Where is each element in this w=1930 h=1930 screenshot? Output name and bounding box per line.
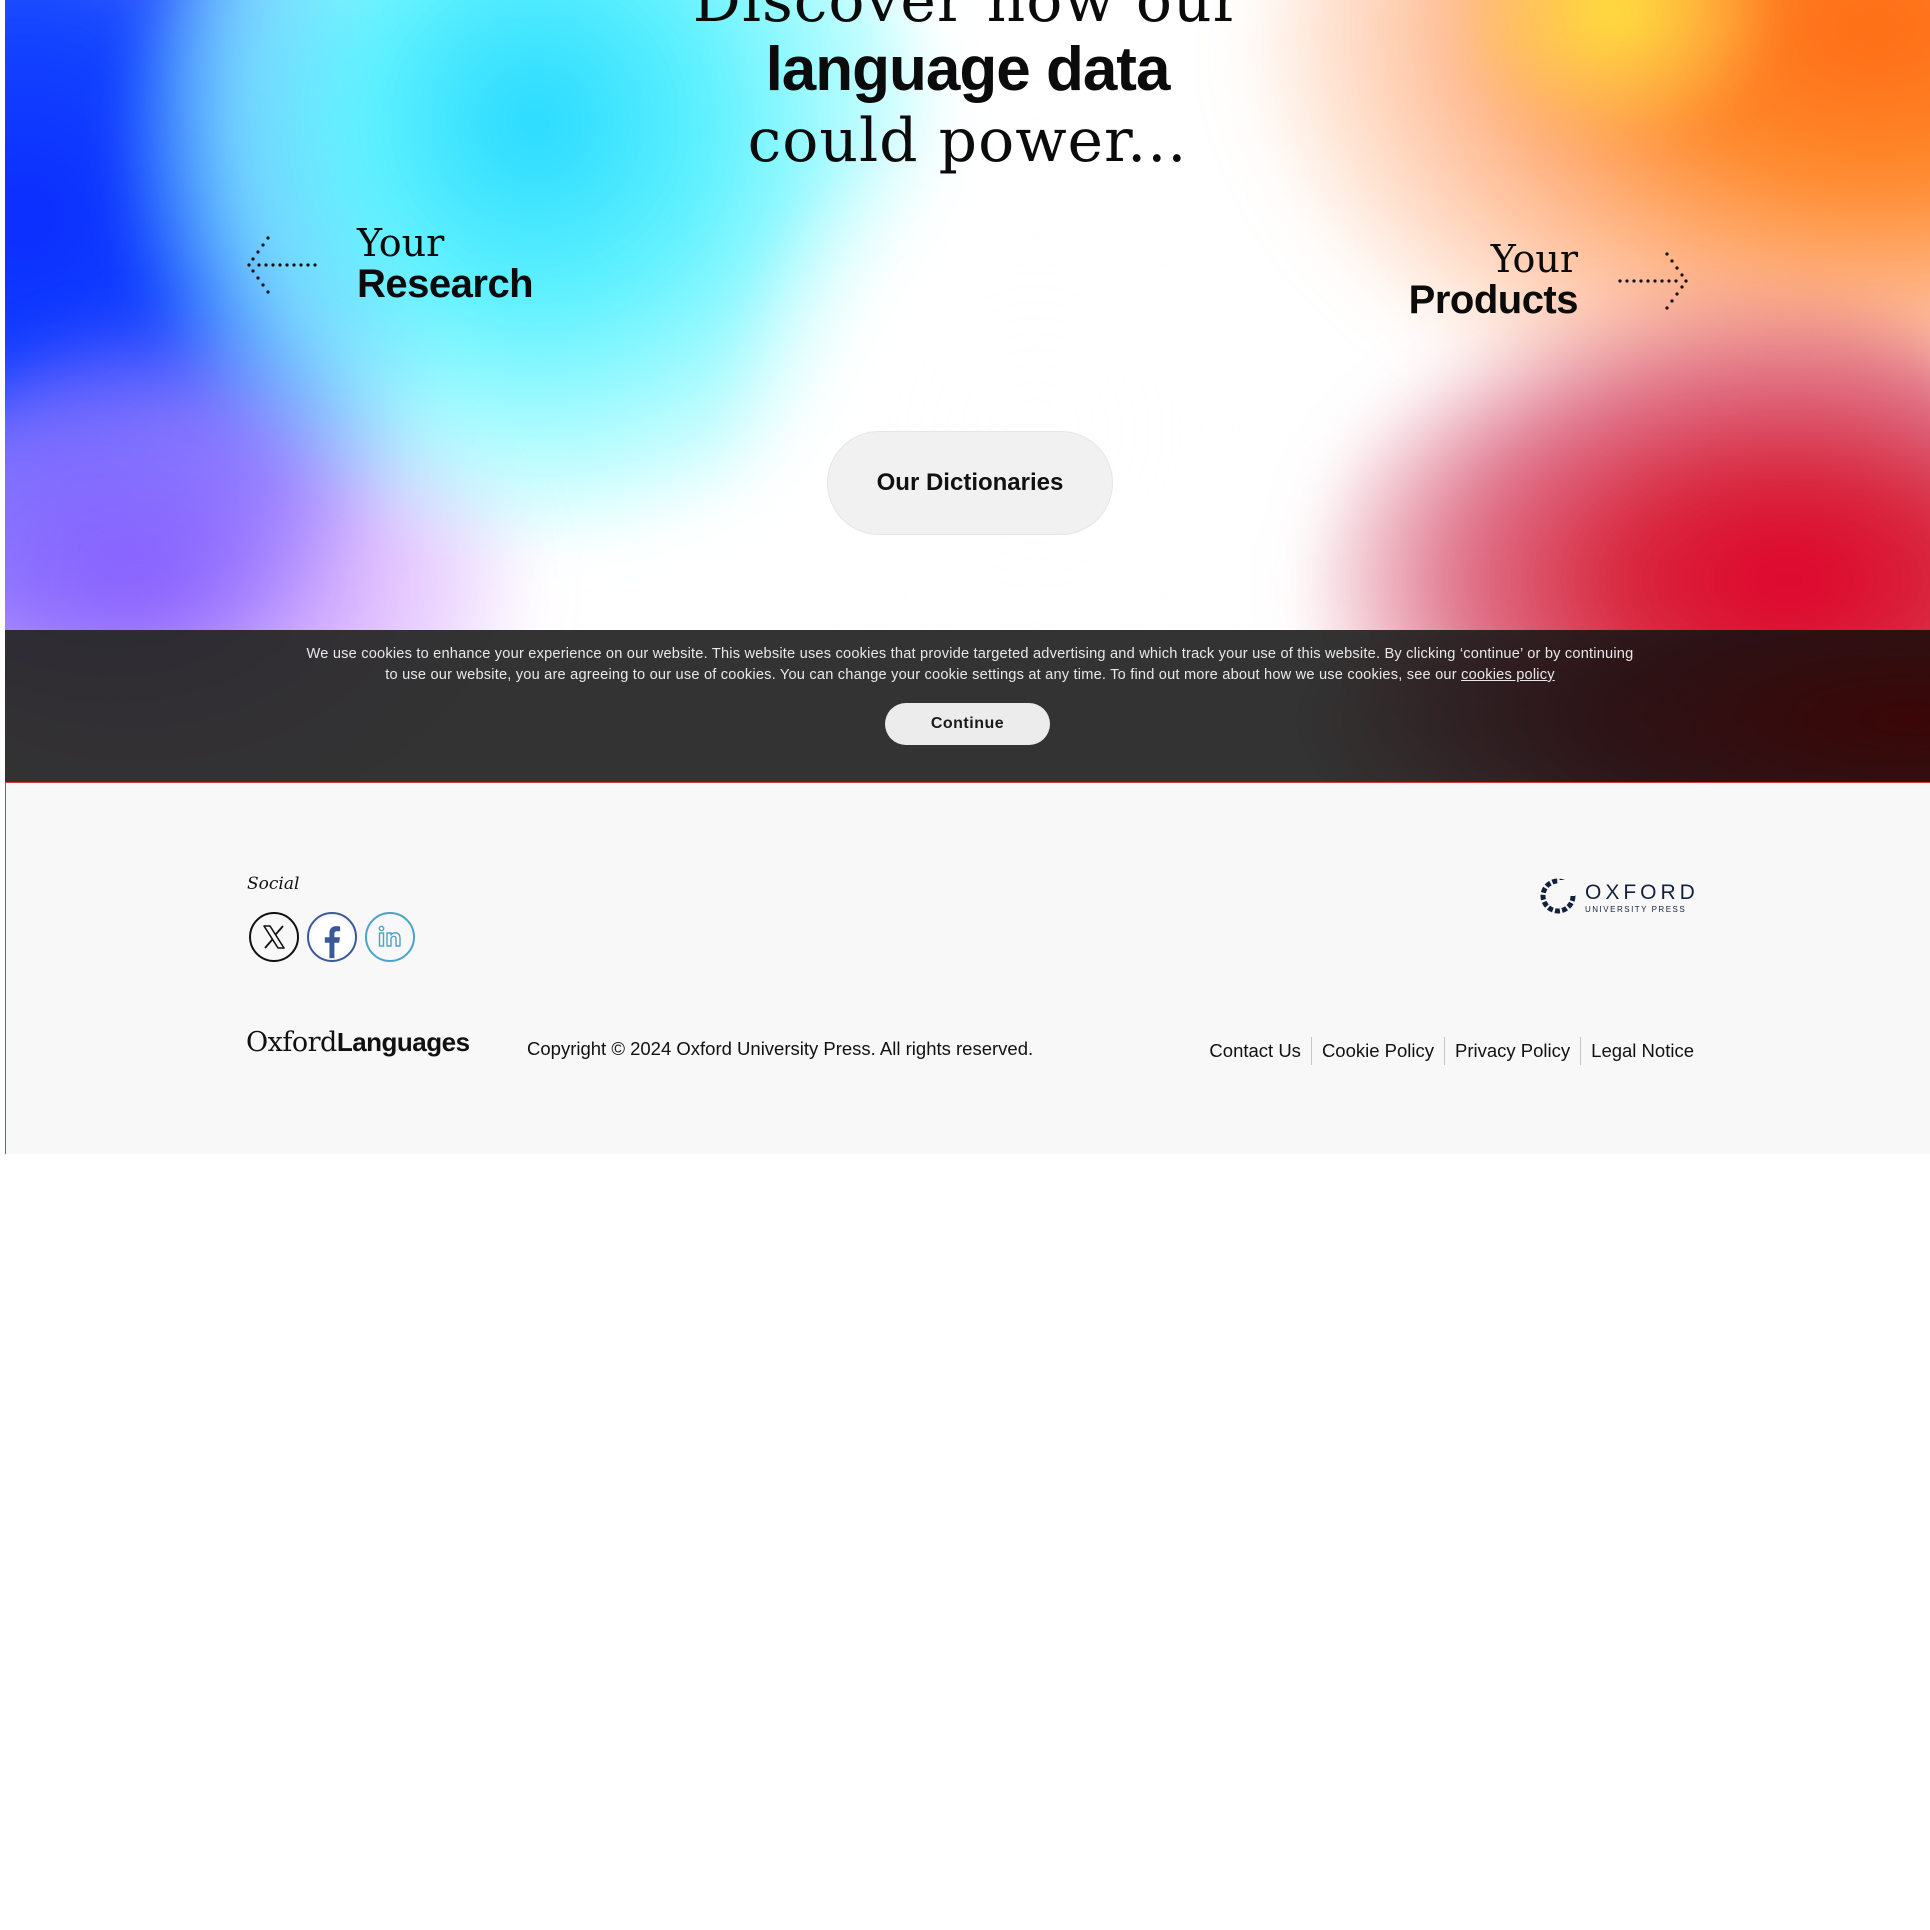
oxford-university-press-logo[interactable]: OXFORD UNIVERSITY PRESS [1539, 877, 1699, 920]
your-research-prefix: Your [357, 221, 445, 265]
your-products-link[interactable]: Your Products [1409, 240, 1690, 322]
cookie-banner-text: We use cookies to enhance your experienc… [306, 646, 1634, 683]
cookie-banner-message: We use cookies to enhance your experienc… [305, 644, 1635, 686]
our-dictionaries-button[interactable]: Our Dictionaries [827, 431, 1113, 535]
footer-legal-links: Contact Us Cookie Policy Privacy Policy … [1199, 1037, 1704, 1065]
oxford-languages-logo[interactable]: Oxford Languages [246, 1027, 470, 1058]
hero-heading-line-3: could power... [747, 106, 1188, 176]
oup-emblem-icon [1539, 877, 1577, 920]
oxford-languages-logo-part1: Oxford [246, 1027, 337, 1058]
cookies-policy-link[interactable]: cookies policy [1461, 667, 1555, 683]
continue-button[interactable]: Continue [885, 703, 1050, 745]
arrow-right-icon [1618, 249, 1690, 313]
x-icon[interactable] [249, 912, 299, 962]
oxford-languages-logo-part2: Languages [336, 1027, 470, 1057]
footer: Social OXFORD UNIVERSITY PRESS Oxford La… [5, 783, 1930, 1154]
page: Discover how our language data could pow… [0, 0, 1930, 1930]
your-research-link[interactable]: Your Research [245, 221, 534, 306]
hero-heading-line-2: language data [765, 35, 1171, 104]
legal-notice-link[interactable]: Legal Notice [1581, 1038, 1704, 1064]
cookie-banner: We use cookies to enhance your experienc… [5, 630, 1930, 783]
your-research-label: Research [357, 262, 534, 306]
hero-heading-line-1: Discover how our [692, 0, 1243, 36]
social-icons [249, 912, 415, 962]
arrow-left-icon [245, 233, 317, 297]
linkedin-icon[interactable] [365, 912, 415, 962]
facebook-icon[interactable] [307, 912, 357, 962]
contact-us-link[interactable]: Contact Us [1199, 1038, 1311, 1064]
your-products-prefix: Your [1490, 237, 1578, 281]
oup-logo-title: OXFORD [1585, 881, 1699, 904]
copyright-text: Copyright © 2024 Oxford University Press… [527, 1038, 1034, 1059]
your-products-label: Products [1408, 278, 1579, 322]
privacy-policy-link[interactable]: Privacy Policy [1445, 1038, 1580, 1064]
social-label: Social [247, 874, 300, 894]
oup-logo-subtitle: UNIVERSITY PRESS [1585, 905, 1687, 914]
cookie-policy-link[interactable]: Cookie Policy [1312, 1038, 1444, 1064]
